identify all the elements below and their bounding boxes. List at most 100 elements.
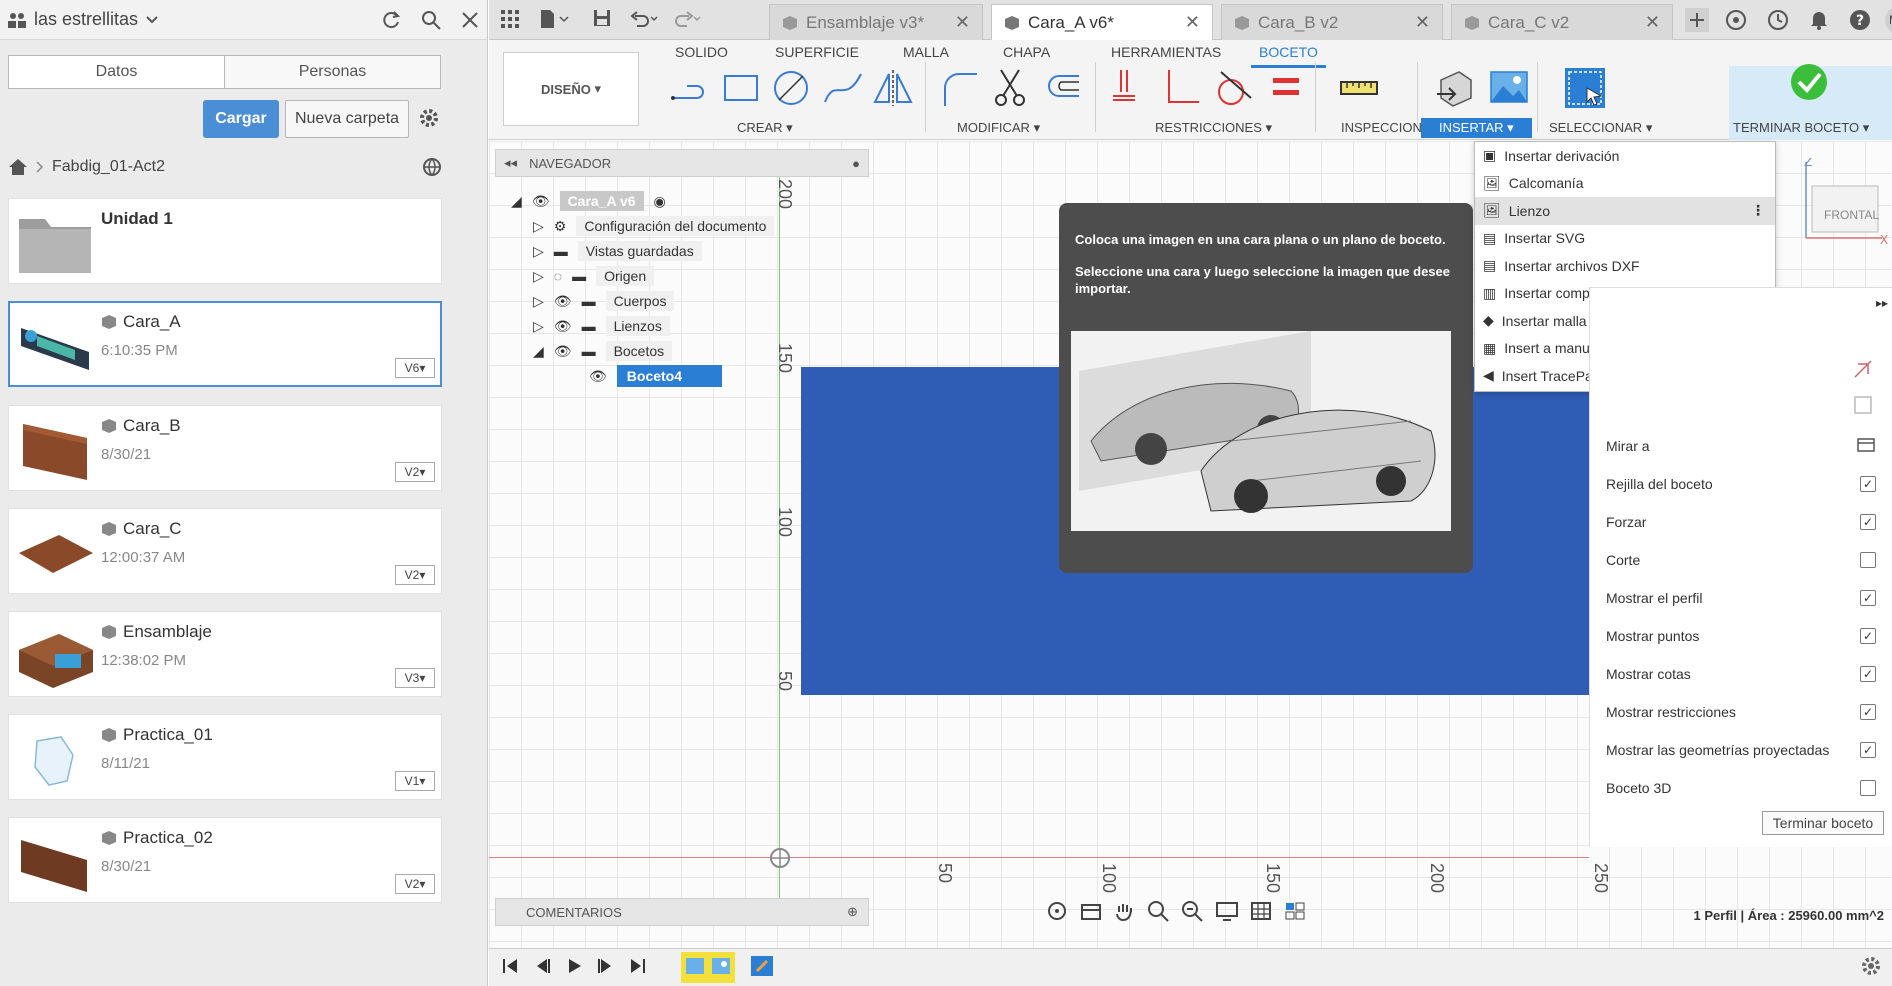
menu-item-insertar-dxf[interactable]: ▤ Insertar archivos DXF: [1475, 252, 1775, 280]
close-tab-icon[interactable]: ✕: [1415, 12, 1430, 33]
option-boceto-3d[interactable]: Boceto 3D: [1606, 776, 1876, 800]
activate-radio-icon[interactable]: ◉: [654, 193, 666, 210]
gear-icon[interactable]: [1860, 955, 1882, 980]
mirror-tool-icon[interactable]: [871, 66, 915, 110]
close-tab-icon[interactable]: ✕: [1645, 12, 1660, 33]
tree-node[interactable]: ▷ ▬ Vistas guardadas: [533, 239, 702, 263]
redo-icon[interactable]: [671, 9, 701, 29]
group-seleccionar[interactable]: SELECCIONAR ▾: [1549, 120, 1652, 136]
option-mostrar-perfil[interactable]: Mostrar el perfil ✓: [1606, 586, 1876, 610]
job-status-icon[interactable]: [1767, 9, 1789, 31]
timeline-feature-canvas-icon[interactable]: [710, 955, 732, 980]
version-badge[interactable]: V1 ▾: [395, 771, 435, 791]
list-item-folder[interactable]: Unidad 1: [8, 198, 442, 284]
list-item[interactable]: Practica_01 8/11/21 V1 ▾: [8, 714, 442, 800]
list-item[interactable]: Ensamblaje 12:38:02 PM V3 ▾: [8, 611, 442, 697]
eye-icon[interactable]: 👁: [554, 343, 572, 360]
list-item[interactable]: Practica_02 8/30/21 V2 ▾: [8, 817, 442, 903]
group-crear[interactable]: CREAR ▾: [737, 120, 793, 136]
gear-icon[interactable]: [417, 106, 441, 130]
home-icon[interactable]: [8, 158, 28, 176]
equal-constraint-icon[interactable]: [1263, 66, 1307, 110]
look-at-icon[interactable]: [1856, 436, 1876, 457]
upload-button[interactable]: Cargar: [203, 100, 279, 138]
list-item[interactable]: Cara_C 12:00:37 AM V2 ▾: [8, 508, 442, 594]
step-back-icon[interactable]: [533, 957, 551, 978]
tree-node[interactable]: ▷ ◌ ▬ Origen: [533, 264, 655, 288]
orbit-icon[interactable]: [1045, 900, 1069, 925]
tab-cara-c[interactable]: Cara_C v2 ✕: [1451, 4, 1673, 40]
checkbox-checked[interactable]: ✓: [1860, 628, 1876, 644]
team-selector[interactable]: las estrellitas: [8, 9, 158, 30]
version-badge[interactable]: V2 ▾: [395, 874, 435, 894]
tab-solido[interactable]: SOLIDO: [675, 44, 728, 60]
option-mirar-a[interactable]: Mirar a: [1606, 434, 1876, 458]
tree-node[interactable]: ▷ 👁 ▬ Cuerpos: [533, 289, 675, 313]
list-item[interactable]: Cara_A 6:10:35 PM V6 ▾: [8, 301, 442, 387]
group-terminar-boceto[interactable]: TERMINAR BOCETO ▾: [1733, 120, 1869, 136]
refresh-icon[interactable]: [381, 10, 401, 30]
tree-node[interactable]: ▷ ⚙ Configuración del documento: [533, 214, 775, 238]
eye-icon[interactable]: 👁: [554, 293, 572, 310]
option-corte[interactable]: Corte: [1606, 548, 1876, 572]
viewports-icon[interactable]: [1283, 900, 1307, 925]
collapse-triangle-icon[interactable]: ◢: [533, 343, 544, 360]
eye-icon[interactable]: 👁: [554, 318, 572, 335]
breadcrumb-project[interactable]: Fabdig_01-Act2: [52, 158, 165, 176]
eye-icon[interactable]: 👁: [589, 368, 607, 385]
checkbox-unchecked[interactable]: [1860, 780, 1876, 796]
insert-image-icon[interactable]: [1487, 66, 1531, 110]
search-icon[interactable]: [421, 10, 441, 30]
look-at-icon[interactable]: [1079, 900, 1103, 925]
close-tab-icon[interactable]: ✕: [1185, 12, 1200, 33]
tab-cara-b[interactable]: Cara_B v2 ✕: [1221, 4, 1443, 40]
zoom-icon[interactable]: [1147, 900, 1171, 925]
tree-root[interactable]: ◢ 👁 Cara_A v6 ◉: [511, 189, 666, 213]
spline-tool-icon[interactable]: [821, 66, 865, 110]
tree-node-active-sketch[interactable]: 👁 Boceto4: [589, 364, 723, 388]
sketch-option-icon[interactable]: [1852, 394, 1874, 419]
rectangle-tool-icon[interactable]: [719, 66, 763, 110]
menu-item-insertar-svg[interactable]: ▤ Insertar SVG: [1475, 225, 1775, 253]
save-icon[interactable]: [593, 9, 611, 27]
checkbox-checked[interactable]: ✓: [1860, 476, 1876, 492]
tab-cara-a[interactable]: Cara_A v6* ✕: [991, 4, 1213, 40]
tab-herramientas[interactable]: HERRAMIENTAS: [1111, 44, 1221, 60]
undo-icon[interactable]: [629, 9, 659, 29]
version-badge[interactable]: V6 ▾: [395, 358, 435, 378]
collapse-palette-icon[interactable]: ▸▸: [1876, 296, 1888, 310]
checkbox-unchecked[interactable]: [1860, 552, 1876, 568]
option-rejilla[interactable]: Rejilla del boceto ✓: [1606, 472, 1876, 496]
close-tab-icon[interactable]: ✕: [955, 12, 970, 33]
notifications-icon[interactable]: [1809, 9, 1829, 31]
tangent-constraint-icon[interactable]: [1211, 66, 1255, 110]
play-icon[interactable]: [565, 957, 583, 978]
tab-datos[interactable]: Datos: [9, 56, 225, 88]
eye-hidden-icon[interactable]: ◌: [554, 268, 562, 284]
extensions-icon[interactable]: [1725, 9, 1747, 31]
globe-icon[interactable]: [422, 157, 442, 177]
minimize-icon[interactable]: ●: [852, 156, 860, 171]
display-settings-icon[interactable]: [1215, 900, 1239, 925]
tree-node[interactable]: ◢ 👁 ▬ Bocetos: [533, 339, 673, 363]
checkbox-checked[interactable]: ✓: [1860, 666, 1876, 682]
sketch-tool-icon[interactable]: [1852, 358, 1874, 383]
perpendicular-constraint-icon[interactable]: [1159, 66, 1203, 110]
workspace-selector[interactable]: DISEÑO ▾: [503, 52, 639, 126]
list-item[interactable]: Cara_B 8/30/21 V2 ▾: [8, 405, 442, 491]
expand-triangle-icon[interactable]: ▷: [533, 218, 544, 235]
group-insertar[interactable]: INSERTAR ▾: [1421, 118, 1532, 138]
collapse-icon[interactable]: ◂◂: [504, 155, 517, 171]
finish-sketch-check-icon[interactable]: [1787, 60, 1831, 104]
checkbox-checked[interactable]: ✓: [1860, 590, 1876, 606]
new-folder-button[interactable]: Nueva carpeta: [285, 100, 409, 138]
coincident-constraint-icon[interactable]: [1107, 66, 1151, 110]
add-comment-icon[interactable]: ⊕: [847, 904, 858, 920]
insert-derive-icon[interactable]: [1433, 66, 1477, 110]
version-badge[interactable]: V2 ▾: [395, 565, 435, 585]
timeline-feature-canvas-icon[interactable]: [684, 955, 706, 980]
version-badge[interactable]: V2 ▾: [395, 462, 435, 482]
tree-node[interactable]: ▷ 👁 ▬ Lienzos: [533, 314, 670, 338]
checkbox-checked[interactable]: ✓: [1860, 704, 1876, 720]
menu-item-lienzo[interactable]: 🖼 Lienzo ⋮: [1475, 197, 1775, 225]
